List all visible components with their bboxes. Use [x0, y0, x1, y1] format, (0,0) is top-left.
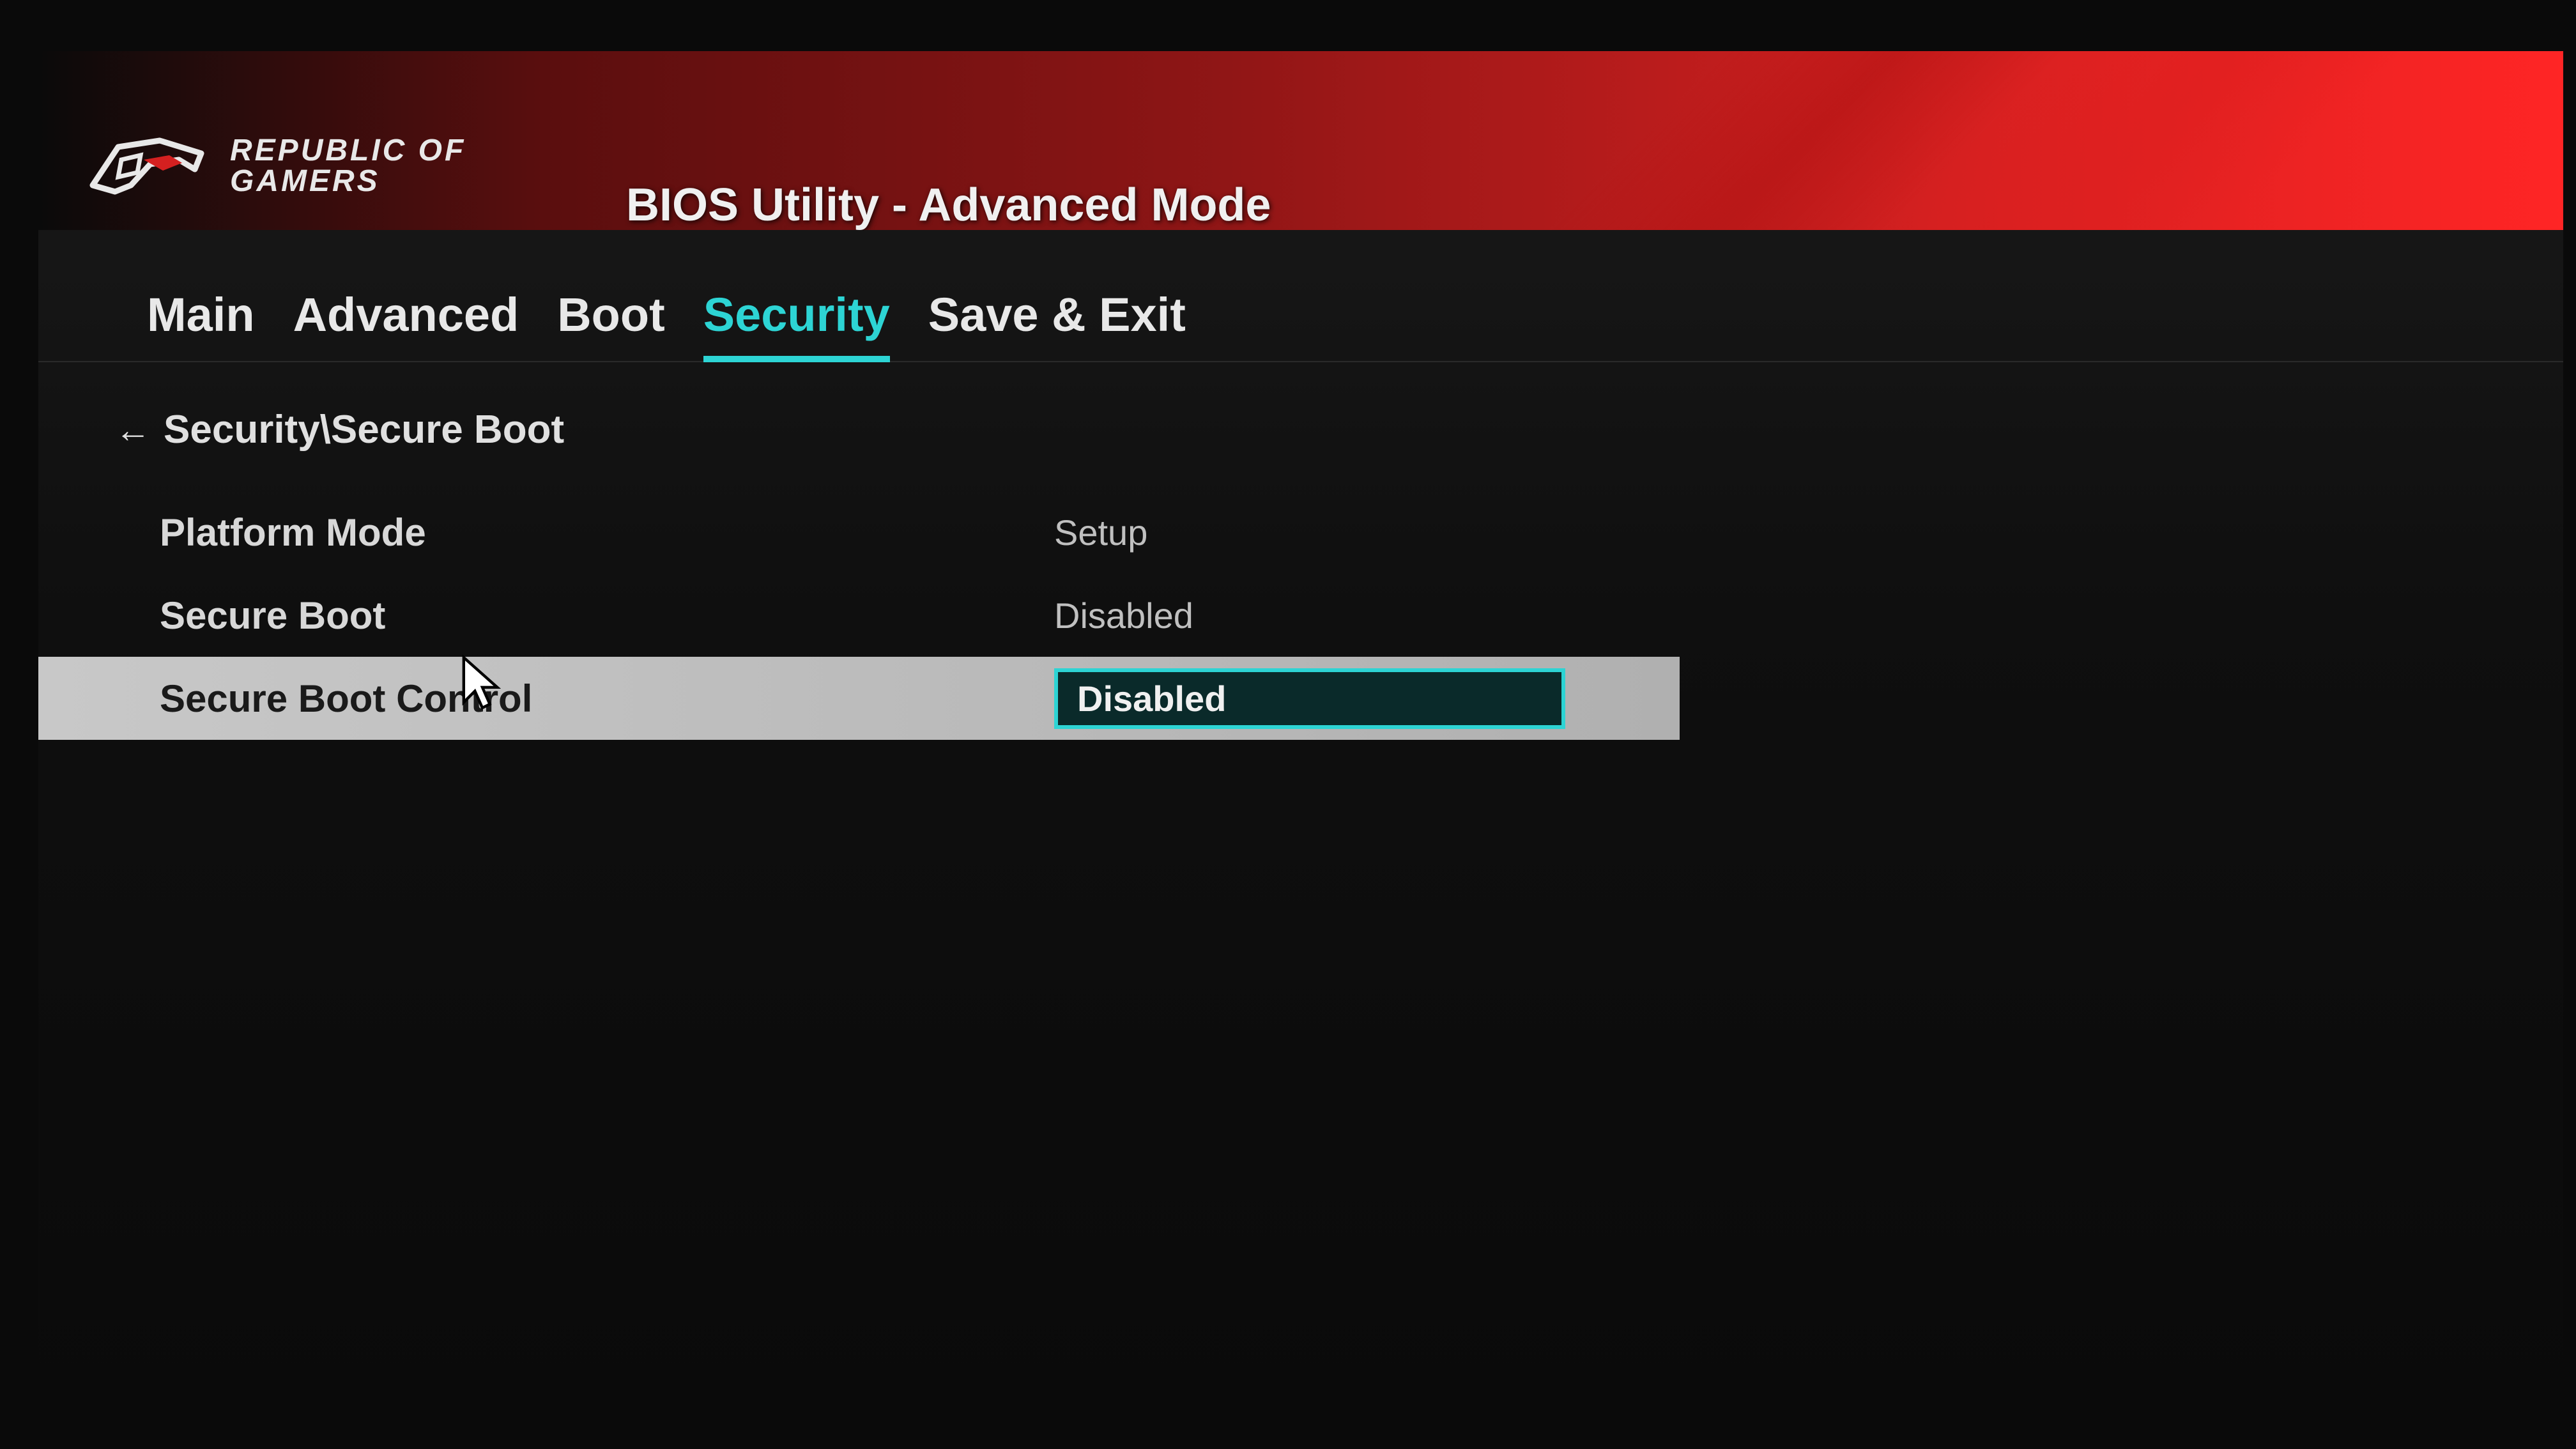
- header-banner: REPUBLIC OF GAMERS BIOS Utility - Advanc…: [38, 51, 2563, 230]
- dropdown-secure-boot-control[interactable]: Disabled: [1054, 668, 1565, 729]
- rog-logo-icon: [83, 125, 211, 208]
- dropdown-value-text: Disabled: [1077, 678, 1226, 719]
- settings-list: Platform Mode Setup Secure Boot Disabled…: [38, 452, 2563, 740]
- tab-save-exit[interactable]: Save & Exit: [928, 288, 1186, 361]
- setting-value: Setup: [1054, 512, 1147, 553]
- setting-platform-mode: Platform Mode Setup: [38, 491, 2563, 574]
- bios-screen: REPUBLIC OF GAMERS BIOS Utility - Advanc…: [38, 51, 2563, 1449]
- brand-line-2: GAMERS: [230, 166, 466, 197]
- setting-secure-boot: Secure Boot Disabled: [38, 574, 2563, 657]
- setting-label: Secure Boot: [160, 594, 1054, 638]
- breadcrumb-path: Security\Secure Boot: [164, 407, 564, 452]
- cursor-icon: [460, 652, 505, 716]
- brand-logo-block: REPUBLIC OF GAMERS: [83, 125, 466, 208]
- app-title: BIOS Utility - Advanced Mode: [626, 179, 1271, 230]
- tab-advanced[interactable]: Advanced: [293, 288, 519, 361]
- brand-line-1: REPUBLIC OF: [230, 135, 466, 166]
- tab-security[interactable]: Security: [703, 288, 890, 361]
- brand-text: REPUBLIC OF GAMERS: [230, 135, 466, 197]
- tab-main[interactable]: Main: [147, 288, 255, 361]
- tabs-bar: Main Advanced Boot Security Save & Exit: [38, 230, 2563, 362]
- back-arrow-icon[interactable]: ←: [115, 409, 151, 450]
- setting-label: Secure Boot Control: [160, 677, 1054, 721]
- tab-boot[interactable]: Boot: [557, 288, 665, 361]
- setting-label: Platform Mode: [160, 510, 1054, 555]
- setting-value: Disabled: [1054, 595, 1193, 636]
- breadcrumb[interactable]: ← Security\Secure Boot: [38, 362, 2563, 452]
- setting-secure-boot-control[interactable]: Secure Boot Control Disabled: [38, 657, 2563, 740]
